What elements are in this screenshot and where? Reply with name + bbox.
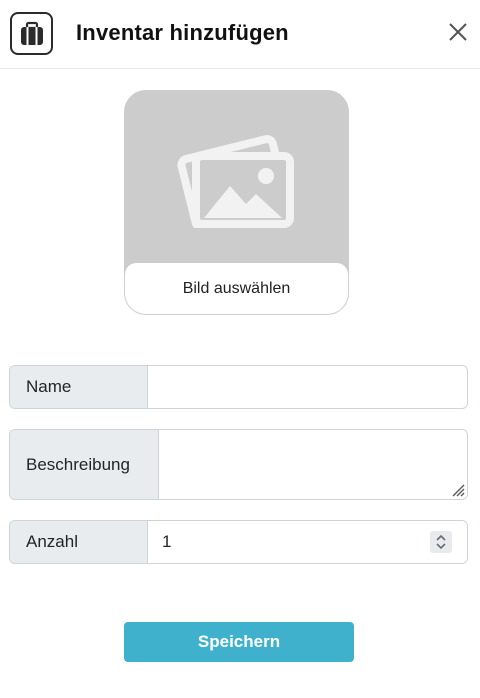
chevron-up-icon[interactable] — [435, 534, 447, 542]
add-inventory-modal: Inventar hinzufügen Bild auswählen Name … — [0, 0, 480, 698]
chevron-down-icon[interactable] — [435, 542, 447, 550]
quantity-input[interactable] — [148, 521, 467, 563]
save-button[interactable]: Speichern — [124, 622, 354, 662]
modal-header: Inventar hinzufügen — [0, 0, 480, 69]
modal-title: Inventar hinzufügen — [76, 20, 289, 45]
suitcase-icon — [10, 12, 53, 55]
image-picker[interactable]: Bild auswählen — [124, 90, 349, 315]
resize-handle-icon[interactable] — [449, 481, 465, 497]
quantity-label: Anzahl — [10, 521, 148, 563]
quantity-row: Anzahl — [9, 520, 468, 564]
description-textarea[interactable] — [159, 430, 467, 499]
name-row: Name — [9, 365, 468, 409]
name-input[interactable] — [148, 366, 467, 408]
close-icon[interactable] — [446, 20, 470, 44]
description-row: Beschreibung — [9, 429, 468, 500]
images-icon — [124, 90, 349, 265]
quantity-stepper[interactable] — [430, 531, 452, 553]
select-image-button[interactable]: Bild auswählen — [124, 263, 349, 315]
description-label: Beschreibung — [10, 430, 159, 499]
name-label: Name — [10, 366, 148, 408]
